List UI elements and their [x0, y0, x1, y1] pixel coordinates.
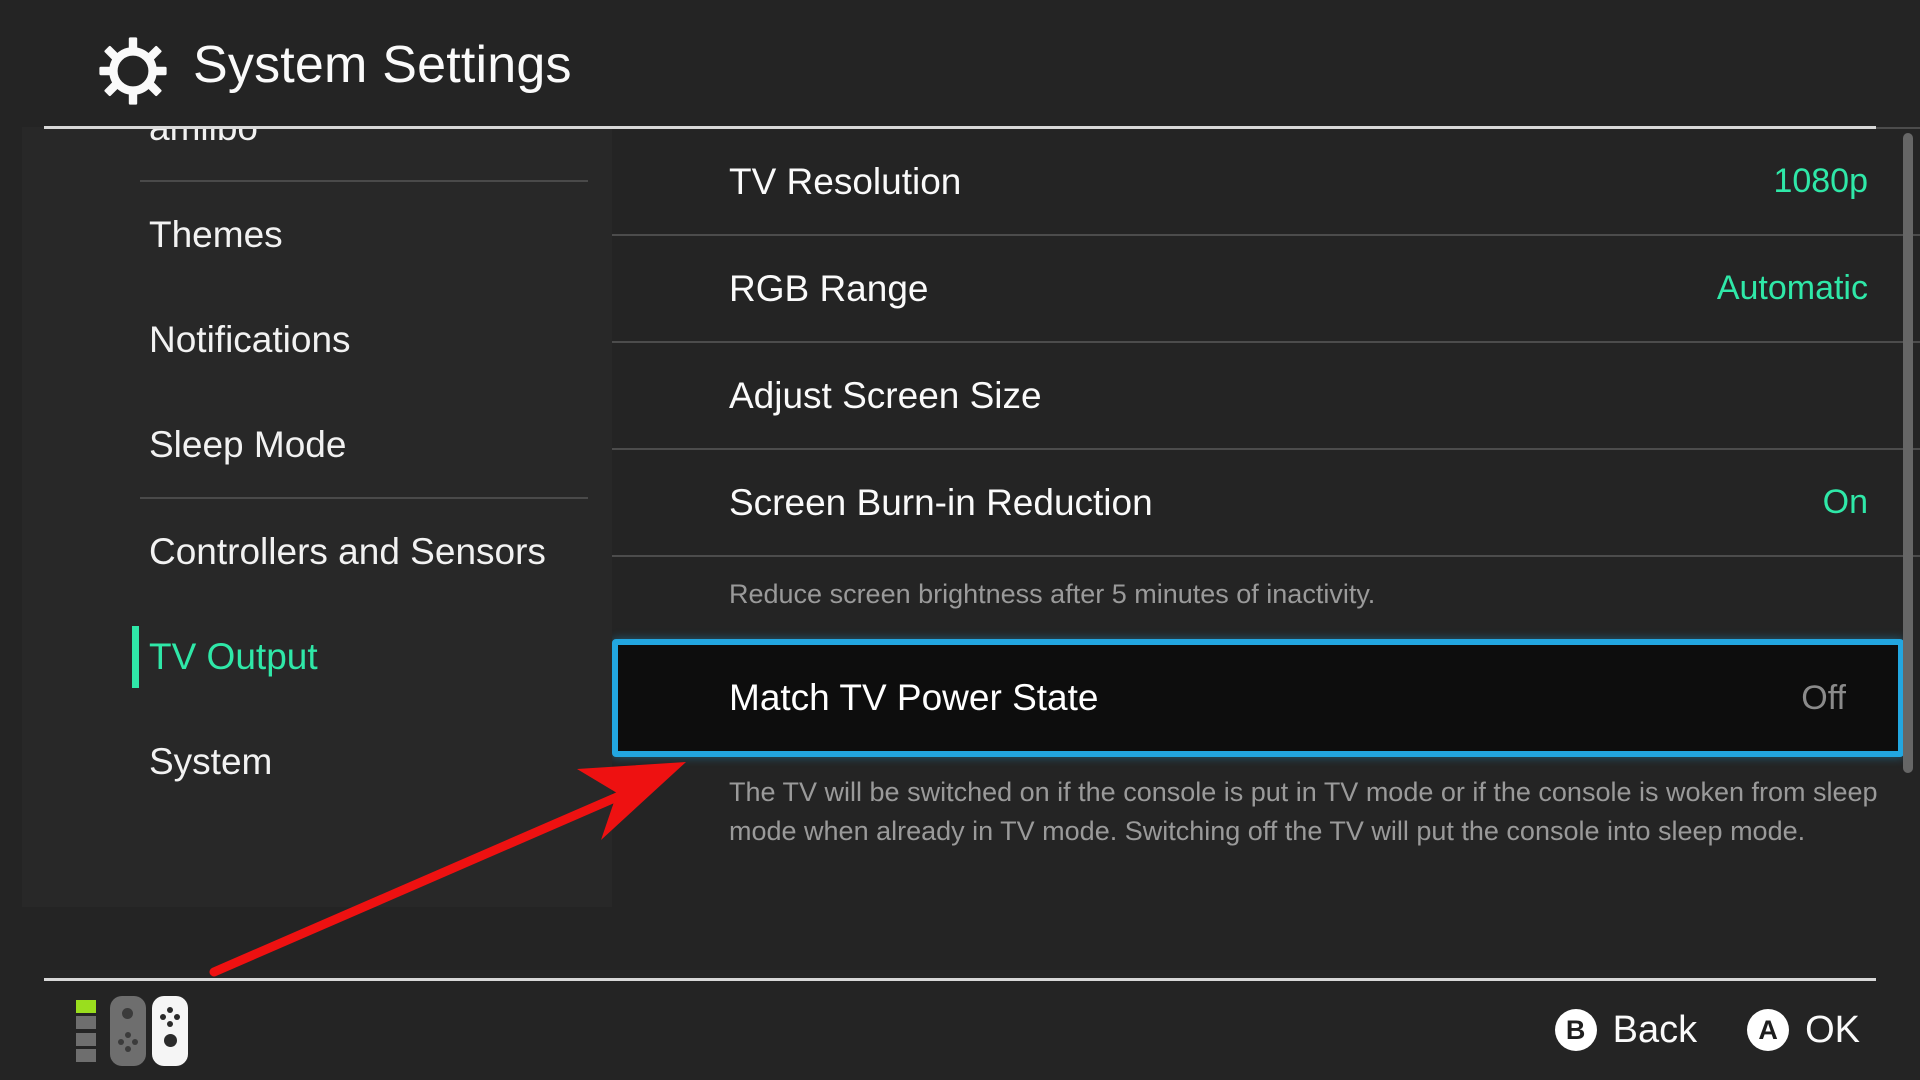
battery-segment [76, 1048, 96, 1062]
setting-description-match-tv-power-state: The TV will be switched on if the consol… [729, 777, 1878, 846]
sidebar-item-label: Notifications [149, 318, 351, 360]
joycon-button [118, 1039, 124, 1045]
vertical-scrollbar[interactable] [1903, 130, 1913, 968]
page-title: System Settings [193, 36, 572, 94]
b-button-icon: B [1554, 1009, 1597, 1051]
sidebar-scroll-content: amiibo Themes Notifications Sleep Mode C… [22, 127, 612, 814]
settings-rows: TV Resolution 1080p RGB Range Automatic … [612, 127, 1920, 864]
sidebar-item-label: TV Output [149, 635, 318, 677]
sidebar-item-label: System [149, 740, 273, 782]
joycon-left-icon [110, 996, 146, 1066]
sidebar-item-sleep-mode[interactable]: Sleep Mode [22, 392, 612, 497]
ok-button-label: OK [1805, 1008, 1860, 1051]
sidebar-item-controllers-and-sensors[interactable]: Controllers and Sensors [22, 499, 612, 604]
joycon-stick [164, 1034, 177, 1047]
sidebar-item-label: Controllers and Sensors [149, 530, 546, 572]
setting-label: Adjust Screen Size [729, 374, 1042, 416]
setting-row-match-tv-power-state[interactable]: Match TV Power State Off [612, 639, 1904, 758]
setting-row-screen-burn-in-reduction[interactable]: Screen Burn-in Reduction On [612, 448, 1920, 555]
joycon-button [125, 1032, 131, 1038]
battery-segment [76, 1016, 96, 1030]
footer-actions: B Back A OK [1554, 1000, 1860, 1060]
back-button[interactable]: B Back [1554, 1008, 1698, 1052]
header: System Settings [0, 0, 1920, 127]
back-button-label: Back [1612, 1008, 1698, 1051]
battery-indicator-icon [76, 1000, 96, 1062]
sidebar-item-label: Themes [149, 213, 283, 255]
joycon-right-icon [152, 996, 188, 1066]
battery-segment-full [76, 1000, 96, 1013]
joycon-stick [122, 1008, 133, 1019]
joycon-button [132, 1039, 138, 1045]
joycon-button [125, 1046, 131, 1052]
setting-value: 1080p [1773, 162, 1868, 200]
sidebar-selection-marker [132, 626, 139, 688]
battery-segment [76, 1032, 96, 1046]
setting-description-screen-burn-in: Reduce screen brightness after 5 minutes… [612, 555, 1920, 627]
sidebar-item-amiibo[interactable]: amiibo [22, 127, 612, 180]
sidebar-item-label: Sleep Mode [149, 423, 347, 465]
setting-value: Automatic [1716, 269, 1868, 307]
sidebar-item-tv-output[interactable]: TV Output [22, 604, 612, 709]
setting-value: On [1822, 483, 1868, 521]
settings-panel: TV Resolution 1080p RGB Range Automatic … [612, 127, 1920, 962]
a-button-icon: A [1747, 1009, 1790, 1051]
setting-row-adjust-screen-size[interactable]: Adjust Screen Size [612, 341, 1920, 448]
vertical-scrollbar-thumb[interactable] [1903, 133, 1913, 773]
joycon-button [160, 1014, 166, 1020]
header-divider [44, 126, 1876, 129]
setting-label: Screen Burn-in Reduction [729, 481, 1153, 523]
switch-system-settings-screen: amiibo Themes Notifications Sleep Mode C… [0, 0, 1920, 1080]
ok-button[interactable]: A OK [1747, 1009, 1860, 1052]
gear-icon [99, 37, 167, 105]
sidebar-item-label: amiibo [149, 127, 258, 148]
sidebar-item-system[interactable]: System [22, 709, 612, 814]
setting-label: TV Resolution [729, 160, 962, 202]
setting-row-rgb-range[interactable]: RGB Range Automatic [612, 234, 1920, 341]
setting-value: Off [1801, 678, 1846, 717]
joycon-button [167, 1007, 173, 1013]
joycon-button [174, 1014, 180, 1020]
setting-label: RGB Range [729, 267, 929, 309]
sidebar: amiibo Themes Notifications Sleep Mode C… [22, 127, 612, 907]
setting-row-tv-resolution[interactable]: TV Resolution 1080p [612, 127, 1920, 234]
joycon-button [167, 1021, 173, 1027]
sidebar-item-notifications[interactable]: Notifications [22, 287, 612, 392]
sidebar-item-themes[interactable]: Themes [22, 182, 612, 287]
setting-label: Match TV Power State [729, 677, 1099, 719]
